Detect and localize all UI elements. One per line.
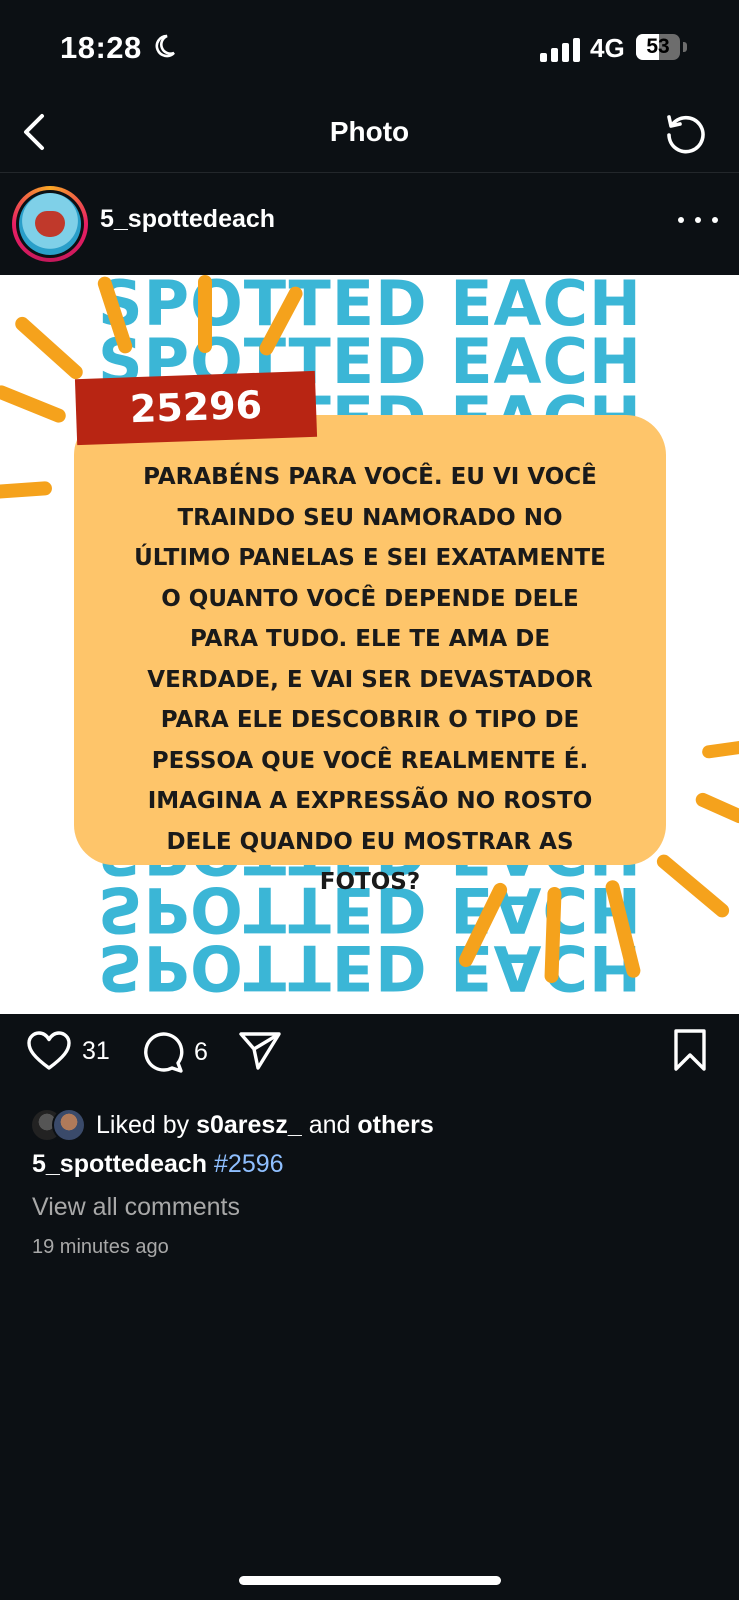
status-bar: 18:28 4G 53 bbox=[0, 0, 739, 100]
share-button[interactable] bbox=[238, 1030, 282, 1072]
liked-by-and: and bbox=[308, 1110, 351, 1139]
bull-mascot-icon bbox=[35, 211, 65, 237]
sun-ray bbox=[0, 383, 68, 425]
more-options-button[interactable] bbox=[678, 205, 718, 235]
save-button[interactable] bbox=[672, 1028, 708, 1072]
nav-bar: Photo bbox=[0, 100, 739, 173]
dot-icon bbox=[712, 217, 718, 223]
battery-icon: 53 bbox=[636, 34, 680, 60]
post-username[interactable]: 5_spottedeach bbox=[100, 205, 275, 234]
comment-button[interactable]: 6 bbox=[140, 1030, 208, 1074]
sun-ray bbox=[198, 275, 212, 353]
dot-icon bbox=[695, 217, 701, 223]
avatar-image bbox=[19, 193, 81, 255]
dot-icon bbox=[678, 217, 684, 223]
comments-count: 6 bbox=[194, 1037, 208, 1066]
sun-ray bbox=[0, 480, 53, 500]
like-button[interactable]: 31 bbox=[26, 1030, 110, 1072]
caption-username[interactable]: 5_spottedeach bbox=[32, 1150, 207, 1178]
post-image[interactable]: SPOTTED EACH SPOTTED EACH SPOTTED EACH S… bbox=[0, 275, 739, 1014]
liked-by-user[interactable]: s0aresz_ bbox=[196, 1111, 302, 1140]
message-text: Parabéns para você. Eu vi você traindo s… bbox=[134, 464, 606, 895]
status-time: 18:28 bbox=[60, 30, 142, 65]
post-timestamp: 19 minutes ago bbox=[32, 1236, 169, 1258]
sun-ray bbox=[701, 739, 739, 760]
liked-by-others[interactable]: others bbox=[357, 1111, 433, 1140]
avatar[interactable] bbox=[12, 186, 88, 262]
heart-icon bbox=[27, 1031, 71, 1070]
post-caption: 5_spottedeach #2596 bbox=[32, 1150, 284, 1179]
page-title: Photo bbox=[329, 116, 410, 147]
refresh-icon bbox=[667, 115, 705, 154]
liked-by[interactable]: Liked by s0aresz_ and others bbox=[30, 1108, 434, 1142]
bookmark-icon bbox=[674, 1029, 706, 1071]
liked-by-prefix: Liked by bbox=[96, 1110, 190, 1139]
view-all-comments-link[interactable]: View all comments bbox=[32, 1193, 240, 1222]
likes-count: 31 bbox=[82, 1036, 110, 1065]
post-header: 5_spottedeach bbox=[0, 173, 739, 275]
post-number-badge: 25296 bbox=[74, 370, 318, 446]
moon-icon bbox=[155, 34, 175, 58]
cellular-signal-icon bbox=[540, 36, 580, 62]
avatar-frame bbox=[16, 190, 84, 258]
home-indicator[interactable] bbox=[239, 1576, 501, 1585]
avatar bbox=[52, 1108, 86, 1142]
send-icon bbox=[239, 1032, 281, 1070]
sun-ray bbox=[654, 851, 732, 921]
message-card: Parabéns para você. Eu vi você traindo s… bbox=[74, 415, 666, 895]
caption-hashtag[interactable]: #2596 bbox=[214, 1150, 284, 1178]
battery-tip bbox=[683, 42, 687, 52]
network-type: 4G bbox=[590, 33, 625, 63]
sun-ray bbox=[693, 790, 739, 826]
battery-level: 53 bbox=[646, 35, 670, 58]
refresh-button[interactable] bbox=[660, 108, 710, 158]
liker-avatars bbox=[30, 1108, 86, 1142]
bg-word-bottom-3: SPOTTED EACH bbox=[98, 931, 642, 1004]
action-bar: 31 6 bbox=[0, 1014, 739, 1104]
comment-icon bbox=[144, 1032, 184, 1073]
badge-number: 25296 bbox=[129, 382, 263, 432]
sun-ray bbox=[12, 314, 86, 382]
